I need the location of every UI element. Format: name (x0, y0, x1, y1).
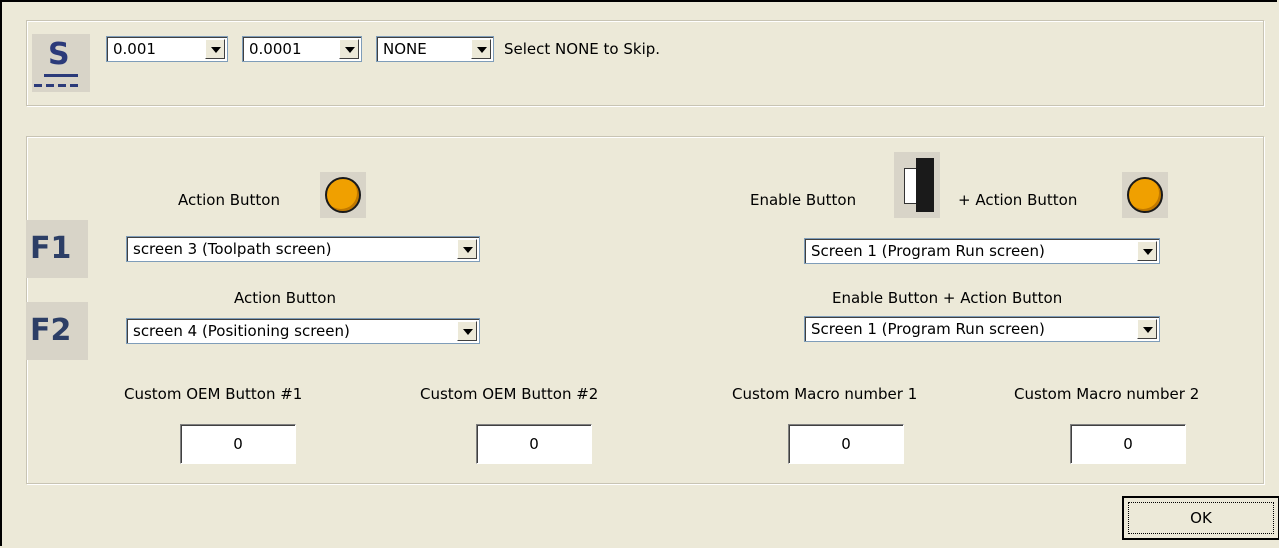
chevron-down-icon[interactable] (205, 39, 225, 59)
f1-action-label: Action Button (178, 191, 280, 209)
f2-action-select[interactable]: screen 4 (Positioning screen) (126, 318, 480, 344)
custom-oem-1-label: Custom OEM Button #1 (124, 385, 303, 403)
f2-key-icon: F2 (26, 302, 88, 360)
action-button-icon (320, 172, 366, 218)
ok-button-label: OK (1190, 509, 1212, 527)
enable-switch-icon (894, 152, 940, 218)
f2-action-select-value: screen 4 (Positioning screen) (133, 322, 350, 340)
increment-combo-3-value: NONE (383, 40, 427, 58)
f1-plus-action-label: + Action Button (958, 191, 1078, 209)
increment-combo-1[interactable]: 0.001 (106, 36, 228, 62)
f1-key-icon: F1 (26, 220, 88, 278)
action-button-icon (1122, 172, 1168, 218)
custom-oem-1-field[interactable]: 0 (180, 424, 296, 464)
s-icon-letter: S (48, 37, 70, 72)
custom-oem-2-label: Custom OEM Button #2 (420, 385, 599, 403)
custom-oem-2-field[interactable]: 0 (476, 424, 592, 464)
chevron-down-icon[interactable] (457, 239, 477, 259)
custom-macro-1-field[interactable]: 0 (788, 424, 904, 464)
increment-combo-3[interactable]: NONE (376, 36, 494, 62)
custom-macro-1-label: Custom Macro number 1 (732, 385, 918, 403)
increment-combo-2-value: 0.0001 (249, 40, 302, 58)
f1-action-select[interactable]: screen 3 (Toolpath screen) (126, 236, 480, 262)
custom-macro-2-field[interactable]: 0 (1070, 424, 1186, 464)
chevron-down-icon[interactable] (1137, 319, 1157, 339)
increment-combo-1-value: 0.001 (113, 40, 156, 58)
f2-action-label: Action Button (234, 289, 336, 307)
custom-macro-2-label: Custom Macro number 2 (1014, 385, 1200, 403)
settings-dialog: S 0.001 0.0001 NONE Select NONE to Skip.… (0, 0, 1279, 546)
chevron-down-icon[interactable] (339, 39, 359, 59)
f1-enable-select-value: Screen 1 (Program Run screen) (811, 242, 1045, 260)
f1-enable-select[interactable]: Screen 1 (Program Run screen) (804, 238, 1160, 264)
f2-enable-label: Enable Button + Action Button (832, 289, 1063, 307)
chevron-down-icon[interactable] (457, 321, 477, 341)
s-spindle-icon: S (32, 34, 90, 92)
increment-combo-2[interactable]: 0.0001 (242, 36, 362, 62)
f1-action-select-value: screen 3 (Toolpath screen) (133, 240, 332, 258)
f2-enable-select[interactable]: Screen 1 (Program Run screen) (804, 316, 1160, 342)
resolution-group (26, 20, 1264, 106)
ok-button[interactable]: OK (1122, 496, 1279, 540)
f1-enable-label: Enable Button (750, 191, 857, 209)
f2-enable-select-value: Screen 1 (Program Run screen) (811, 320, 1045, 338)
chevron-down-icon[interactable] (1137, 241, 1157, 261)
chevron-down-icon[interactable] (471, 39, 491, 59)
skip-hint: Select NONE to Skip. (504, 40, 661, 58)
